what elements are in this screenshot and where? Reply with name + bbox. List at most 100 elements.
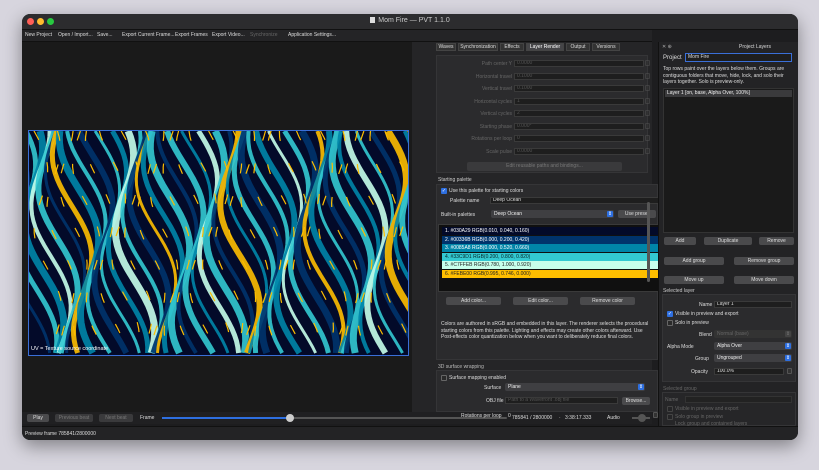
- opacity-stepper[interactable]: [787, 368, 792, 374]
- window-title-text: Mom Fire — PVT 1.1.0: [378, 17, 450, 24]
- new-project-button[interactable]: New Project: [25, 32, 52, 38]
- visible-checkbox[interactable]: ✓: [667, 311, 673, 317]
- preview-viewport[interactable]: UV = Texture source coordinate: [22, 42, 412, 412]
- inspector-scrollbar[interactable]: [647, 202, 650, 282]
- frame-slider-handle[interactable]: [285, 414, 294, 422]
- synchronize-button[interactable]: Synchronize: [250, 32, 278, 38]
- group-visible-checkbox[interactable]: [667, 406, 673, 412]
- surface-enabled-checkbox[interactable]: [441, 375, 447, 381]
- motion-field-input[interactable]: 0.0000: [514, 60, 644, 67]
- tab-synchronization[interactable]: Synchronization: [458, 43, 498, 51]
- add-layer-button[interactable]: Add: [664, 237, 696, 245]
- motion-field-stepper[interactable]: [645, 60, 650, 66]
- motion-field-stepper[interactable]: [645, 148, 650, 154]
- add-color-button[interactable]: Add color...: [446, 297, 501, 305]
- use-palette-checkbox[interactable]: ✓: [441, 188, 447, 194]
- layer-list[interactable]: Layer 1 [on, base, Alpha Over, 100%]: [663, 88, 794, 233]
- tab-waves[interactable]: Waves: [436, 43, 456, 51]
- panel-close-icon[interactable]: ✕ ⊕: [662, 44, 672, 50]
- export-frames-button[interactable]: Export Frames: [175, 32, 208, 38]
- motion-field-stepper[interactable]: [645, 85, 650, 91]
- remove-group-button[interactable]: Remove group: [734, 257, 794, 265]
- palette-color-row[interactable]: 4. #33C9D1 RGB(0.200, 0.800, 0.820): [442, 252, 661, 261]
- play-button[interactable]: Play: [27, 414, 49, 422]
- move-down-button[interactable]: Move down: [734, 276, 794, 284]
- save-button[interactable]: Save...: [97, 32, 113, 38]
- blend-select[interactable]: Normal (base) ⇕: [714, 330, 792, 338]
- builtin-palettes-select[interactable]: Deep Ocean ⇕: [491, 210, 614, 218]
- document-icon: [370, 17, 376, 23]
- previous-beat-button[interactable]: Previous beat: [55, 414, 93, 422]
- palette-color-row[interactable]: 2. #00336B RGB(0.000, 0.200, 0.420): [442, 235, 661, 244]
- motion-field-input[interactable]: 2: [514, 110, 644, 117]
- duplicate-layer-button[interactable]: Duplicate: [704, 237, 752, 245]
- group-solo-label: Solo group in preview: [675, 414, 724, 420]
- add-group-button[interactable]: Add group: [664, 257, 724, 265]
- group-select[interactable]: Ungrouped ⇕: [714, 354, 792, 362]
- group-lock-label: Lock group and contained layers: [675, 421, 748, 427]
- export-video-button[interactable]: Export Video...: [212, 32, 245, 38]
- application-settings-button[interactable]: Application Settings...: [288, 32, 336, 38]
- palette-name-field[interactable]: Deep Ocean: [490, 197, 660, 204]
- palette-color-row[interactable]: 3. #0085A8 RGB(0.000, 0.520, 0.660): [442, 244, 661, 252]
- motion-field-input[interactable]: 0.0000: [514, 148, 644, 155]
- motion-field-input[interactable]: 0.000°: [514, 123, 644, 130]
- motion-field-stepper[interactable]: [645, 73, 650, 79]
- audio-slider[interactable]: [632, 414, 650, 422]
- group-name-field[interactable]: [685, 396, 792, 403]
- audio-slider-handle[interactable]: [638, 414, 646, 422]
- obj-file-field[interactable]: Path to a Wavefront .obj file: [505, 397, 618, 404]
- tab-layer-render[interactable]: Layer Render: [526, 43, 564, 51]
- motion-field-input[interactable]: 1: [514, 98, 644, 105]
- layer-list-item[interactable]: Layer 1 [on, base, Alpha Over, 100%]: [665, 90, 792, 97]
- render-canvas[interactable]: [28, 130, 409, 356]
- tab-output[interactable]: Output: [566, 43, 590, 51]
- group-solo-checkbox[interactable]: [667, 414, 673, 420]
- browse-button[interactable]: Browse...: [622, 397, 650, 405]
- palette-color-row[interactable]: 1. #030A29 RGB(0.010, 0.040, 0.160): [442, 227, 661, 235]
- edit-color-button[interactable]: Edit color...: [513, 297, 568, 305]
- tab-effects[interactable]: Effects: [500, 43, 524, 51]
- motion-field-stepper[interactable]: [645, 123, 650, 129]
- builtin-palettes-value: Deep Ocean: [494, 211, 523, 217]
- motion-field-input[interactable]: 0.1000: [514, 85, 644, 92]
- frame-readout: 785841 / 2800000: [512, 415, 553, 421]
- select-arrows-icon: ⇕: [638, 384, 644, 390]
- use-preset-button[interactable]: Use preset: [618, 210, 656, 218]
- solo-checkbox[interactable]: [667, 320, 673, 326]
- motion-field-stepper[interactable]: [645, 110, 650, 116]
- remove-color-button[interactable]: Remove color: [580, 297, 635, 305]
- frame-slider-fill: [162, 417, 290, 419]
- motion-field-stepper[interactable]: [645, 135, 650, 141]
- motion-field-stepper[interactable]: [645, 98, 650, 104]
- surface-rotations-value: 0: [508, 413, 511, 419]
- alpha-mode-select[interactable]: Alpha Over ⇕: [714, 342, 792, 350]
- obj-file-label: OBJ file: [486, 398, 504, 404]
- project-name-field[interactable]: Mom Fire: [685, 53, 792, 62]
- group-value: Ungrouped: [717, 355, 742, 361]
- select-arrows-icon: ⇕: [607, 211, 613, 217]
- next-beat-button[interactable]: Next beat: [99, 414, 133, 422]
- opacity-field[interactable]: 100.0%: [714, 368, 784, 375]
- status-text: Preview frame 785841/2800000: [25, 431, 96, 437]
- motion-field-label: Scale pulse: [486, 149, 512, 155]
- tab-versions[interactable]: Versions: [592, 43, 620, 51]
- remove-layer-button[interactable]: Remove: [759, 237, 794, 245]
- title-bar: Mom Fire — PVT 1.1.0: [22, 14, 798, 30]
- motion-field-label: Horizontal cycles: [474, 99, 512, 105]
- palette-color-list[interactable]: 1. #030A29 RGB(0.010, 0.040, 0.160) 2. #0…: [438, 224, 661, 292]
- move-up-button[interactable]: Move up: [664, 276, 724, 284]
- toolbar: New Project Open / Import... Save... Exp…: [22, 30, 652, 42]
- frame-slider[interactable]: [162, 414, 507, 422]
- edit-paths-button[interactable]: Edit reusable paths and bindings...: [467, 162, 622, 171]
- motion-field-input[interactable]: 0.1000: [514, 73, 644, 80]
- palette-color-row[interactable]: 5. #C7FFEB RGB(0.780, 1.000, 0.920): [442, 261, 661, 269]
- motion-field-input[interactable]: 0: [514, 135, 644, 142]
- palette-color-row[interactable]: 6. #FEBE00 RGB(0.995, 0.746, 0.000): [442, 269, 661, 278]
- open-import-button[interactable]: Open / Import...: [58, 32, 93, 38]
- palette-name-label: Palette name: [450, 198, 480, 204]
- select-arrows-icon: ⇕: [785, 343, 791, 349]
- layer-name-field[interactable]: Layer 1: [714, 301, 792, 308]
- surface-select[interactable]: Plane ⇕: [505, 383, 645, 391]
- export-current-frame-button[interactable]: Export Current Frame...: [122, 32, 175, 38]
